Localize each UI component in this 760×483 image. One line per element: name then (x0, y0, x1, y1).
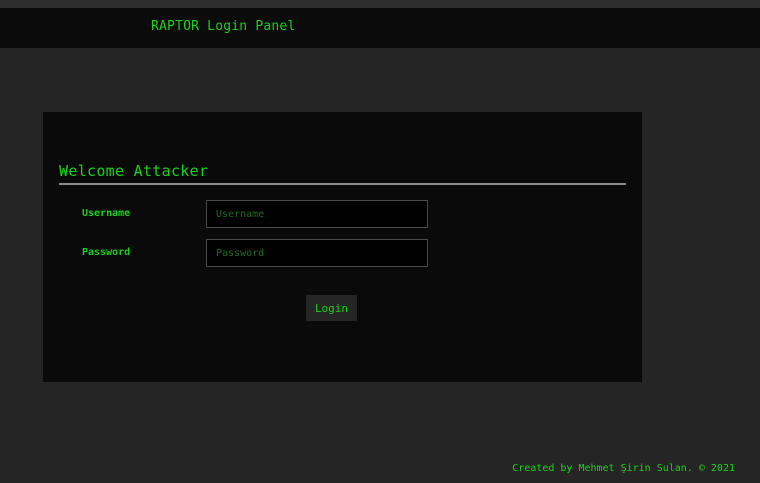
header-bar: RAPTOR Login Panel (0, 8, 760, 48)
top-strip (0, 0, 760, 8)
heading-divider (59, 183, 626, 185)
password-input[interactable] (206, 239, 428, 267)
login-page: RAPTOR Login Panel Welcome Attacker User… (0, 0, 760, 483)
header-title: RAPTOR Login Panel (151, 19, 296, 34)
login-panel: Welcome Attacker Username Password Login (43, 112, 642, 382)
footer-credit: Created by Mehmet Şirin Sulan. © 2021 (512, 463, 735, 474)
username-label: Username (82, 208, 131, 219)
username-input[interactable] (206, 200, 428, 228)
welcome-heading: Welcome Attacker (59, 162, 209, 180)
login-button[interactable]: Login (306, 295, 357, 321)
password-label: Password (82, 247, 131, 258)
